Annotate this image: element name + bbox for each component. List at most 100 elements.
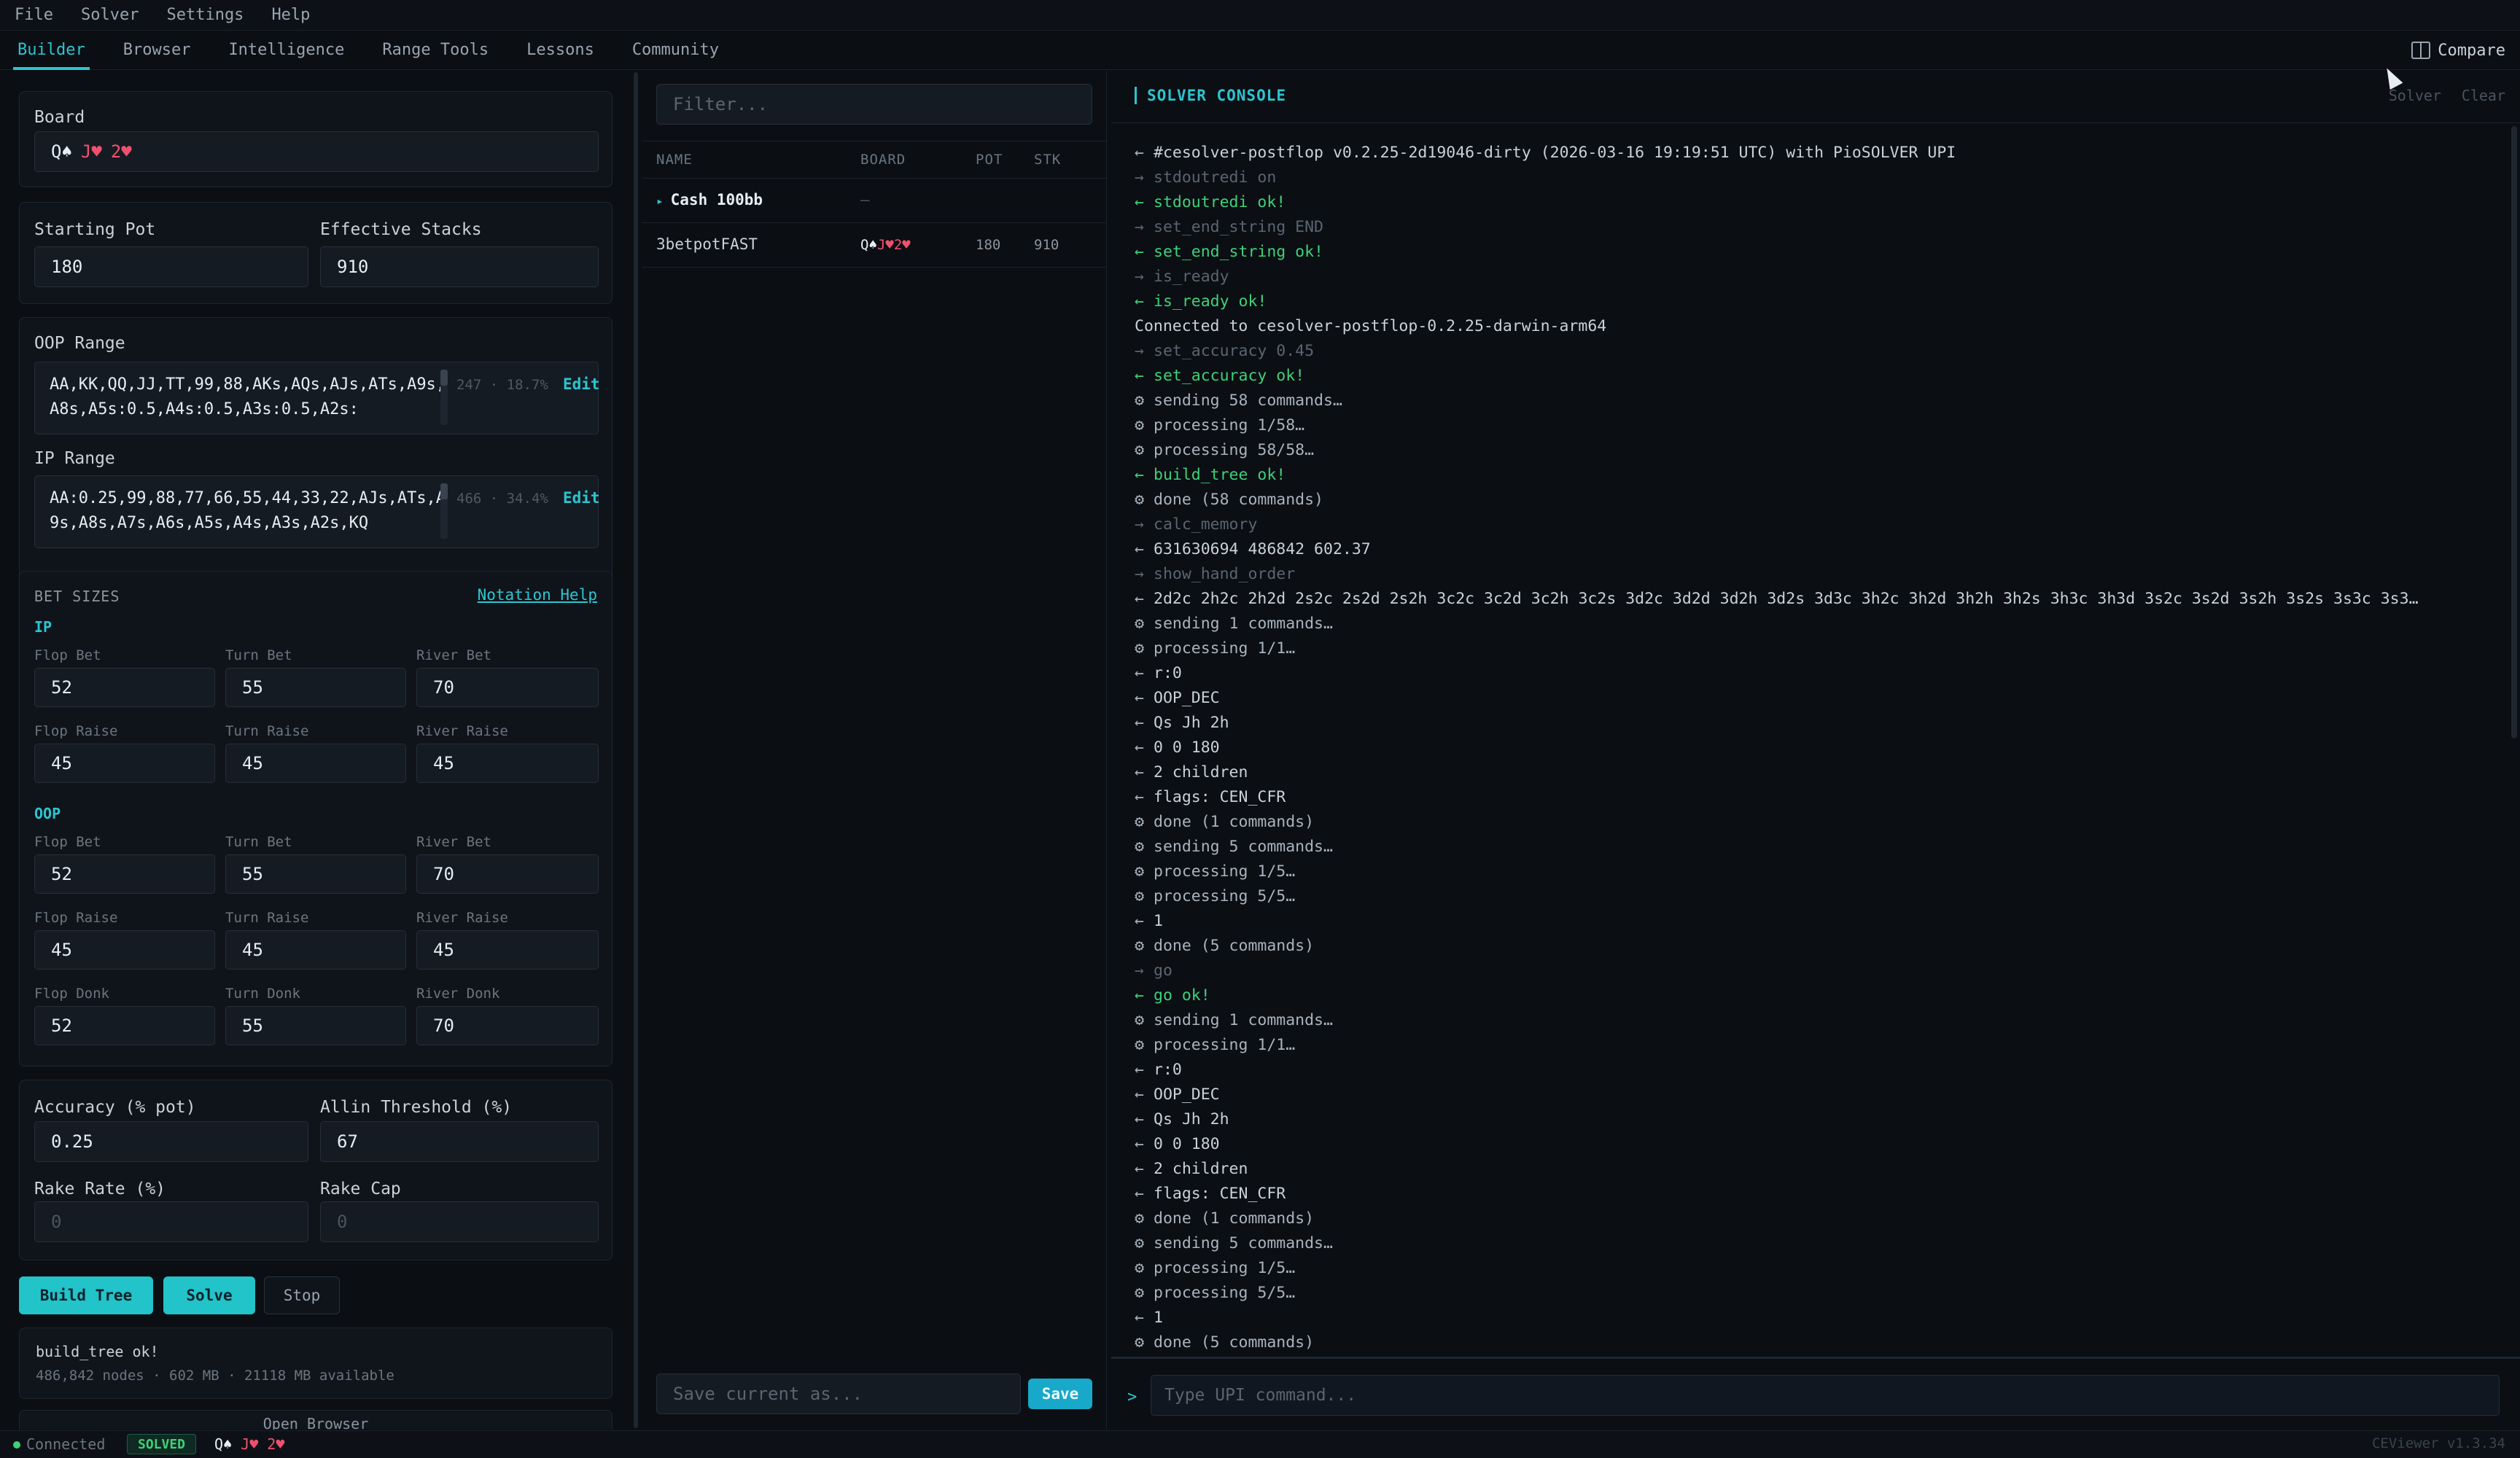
oop-turn-bet-input[interactable]: 55 bbox=[225, 854, 406, 894]
oop-river-donk-input[interactable]: 70 bbox=[416, 1006, 599, 1045]
oop-range-field[interactable]: AA,KK,QQ,JJ,TT,99,88,AKs,AQs,AJs,ATs,A9s… bbox=[34, 362, 600, 434]
console-line-text: calc_memory bbox=[1154, 515, 1258, 534]
console-line: ⚙ sending 58 commands… bbox=[1135, 389, 2505, 413]
board-input[interactable]: Q♠ J♥ 2♥ bbox=[34, 131, 599, 172]
oop-turn-donk-input[interactable]: 55 bbox=[225, 1006, 406, 1045]
solve-button[interactable]: Solve bbox=[163, 1276, 255, 1314]
console-line-direction-icon: ← bbox=[1135, 193, 1144, 211]
build-tree-button[interactable]: Build Tree bbox=[19, 1276, 153, 1314]
console-line-text: sending 5 commands… bbox=[1154, 838, 1333, 856]
console-line-text: processing 58/58… bbox=[1154, 441, 1315, 459]
console-line: ← build_tree ok! bbox=[1135, 463, 2505, 488]
column-pot[interactable]: POT bbox=[976, 152, 1003, 168]
console-line: ← r:0 bbox=[1135, 1058, 2505, 1083]
console-line-text: done (1 commands) bbox=[1154, 813, 1315, 831]
bet-sizes-card: BET SIZES Notation Help IP Flop Bet 52 T… bbox=[19, 571, 612, 1067]
allin-threshold-input[interactable]: 67 bbox=[320, 1121, 599, 1162]
save-button[interactable]: Save bbox=[1028, 1379, 1092, 1409]
console-line-direction-icon: ⚙ bbox=[1135, 937, 1144, 955]
tab-browser[interactable]: Browser bbox=[123, 31, 191, 70]
rake-cap-input[interactable]: 0 bbox=[320, 1201, 599, 1242]
solver-console: SOLVER CONSOLE Solver Clear ← #cesolver-p… bbox=[1111, 71, 2520, 1430]
ip-river-bet-input[interactable]: 70 bbox=[416, 668, 599, 707]
console-line-direction-icon: ← bbox=[1135, 466, 1144, 484]
stop-button[interactable]: Stop bbox=[264, 1276, 340, 1314]
effective-stacks-input[interactable]: 910 bbox=[320, 246, 599, 287]
console-line-direction-icon: ← bbox=[1135, 714, 1144, 732]
notation-help-link[interactable]: Notation Help bbox=[478, 586, 597, 604]
console-line-text: is_ready ok! bbox=[1154, 292, 1267, 311]
console-line: ⚙ sending 5 commands… bbox=[1135, 835, 2505, 859]
console-line-text: processing 5/5… bbox=[1154, 887, 1296, 905]
console-line-direction-icon: ← bbox=[1135, 664, 1144, 682]
bet-sizes-title: BET SIZES bbox=[34, 588, 120, 605]
upi-command-input[interactable]: Type UPI command... bbox=[1151, 1375, 2500, 1416]
folder-row[interactable]: ▸ Cash 100bb — bbox=[642, 179, 1107, 223]
menu-help[interactable]: Help bbox=[271, 6, 310, 24]
oop-flop-bet-input[interactable]: 52 bbox=[34, 854, 215, 894]
compare-button[interactable]: Compare bbox=[2411, 31, 2505, 70]
oop-flop-donk-input[interactable]: 52 bbox=[34, 1006, 215, 1045]
console-solver-button[interactable]: Solver bbox=[2389, 87, 2441, 104]
console-scrollbar[interactable] bbox=[2511, 126, 2517, 738]
oop-river-raise-input[interactable]: 45 bbox=[416, 930, 599, 970]
accuracy-input[interactable]: 0.25 bbox=[34, 1121, 308, 1162]
console-line-direction-icon: ← bbox=[1135, 540, 1144, 558]
column-board[interactable]: BOARD bbox=[860, 152, 906, 168]
rake-rate-input[interactable]: 0 bbox=[34, 1201, 308, 1242]
ip-turn-raise-input[interactable]: 45 bbox=[225, 744, 406, 783]
ip-range-field[interactable]: AA:0.25,99,88,77,66,55,44,33,22,AJs,ATs,… bbox=[34, 475, 600, 548]
column-name[interactable]: NAME bbox=[656, 152, 693, 168]
oop-turn-raise-input[interactable]: 45 bbox=[225, 930, 406, 970]
ip-flop-bet-input[interactable]: 52 bbox=[34, 668, 215, 707]
ip-flop-raise-input[interactable]: 45 bbox=[34, 744, 215, 783]
board-card-1: Q♠ bbox=[51, 141, 72, 162]
ip-bet-title: IP bbox=[34, 618, 52, 636]
console-line-direction-icon: ⚙ bbox=[1135, 441, 1144, 459]
table-row[interactable]: 3betpotFAST Q♠J♥2♥ 180 910 bbox=[642, 224, 1107, 268]
oop-range-edit-button[interactable]: Edit bbox=[563, 375, 600, 393]
open-browser-button[interactable]: Open Browser bbox=[19, 1410, 612, 1430]
console-line-direction-icon: ⚙ bbox=[1135, 639, 1144, 658]
console-clear-button[interactable]: Clear bbox=[2462, 87, 2505, 104]
ip-turn-bet-input[interactable]: 55 bbox=[225, 668, 406, 707]
oop-flop-raise-input[interactable]: 45 bbox=[34, 930, 215, 970]
filter-input[interactable]: Filter... bbox=[656, 84, 1092, 125]
tab-builder[interactable]: Builder bbox=[13, 31, 90, 70]
console-line: ⚙ processing 5/5… bbox=[1135, 1281, 2505, 1306]
allin-threshold-label: Allin Threshold (%) bbox=[320, 1098, 513, 1117]
oop-river-bet-input[interactable]: 70 bbox=[416, 854, 599, 894]
connection-status: Connected bbox=[26, 1435, 106, 1453]
console-line: ← 0 0 180 bbox=[1135, 736, 2505, 760]
menu-settings[interactable]: Settings bbox=[166, 6, 244, 24]
ip-range-edit-button[interactable]: Edit bbox=[563, 489, 600, 507]
console-line-text: processing 1/58… bbox=[1154, 416, 1305, 434]
ip-range-text: AA:0.25,99,88,77,66,55,44,33,22,AJs,ATs,… bbox=[50, 489, 446, 532]
console-line: ⚙ processing 1/1… bbox=[1135, 636, 2505, 661]
console-line: ⚙ done (5 commands) bbox=[1135, 1330, 2505, 1355]
tree-name: 3betpotFAST bbox=[656, 235, 758, 253]
starting-pot-input[interactable]: 180 bbox=[34, 246, 308, 287]
console-line-text: 1 bbox=[1154, 912, 1163, 930]
oop-range-scrollbar[interactable] bbox=[440, 370, 448, 425]
tab-range-tools[interactable]: Range Tools bbox=[382, 31, 489, 70]
ip-river-raise-input[interactable]: 45 bbox=[416, 744, 599, 783]
save-name-input[interactable]: Save current as... bbox=[656, 1373, 1021, 1414]
tab-lessons[interactable]: Lessons bbox=[526, 31, 594, 70]
console-line-text: stdoutredi ok! bbox=[1154, 193, 1286, 211]
menu-file[interactable]: File bbox=[15, 6, 53, 24]
tab-community[interactable]: Community bbox=[632, 31, 719, 70]
column-stk[interactable]: STK bbox=[1034, 152, 1061, 168]
console-line-text: build_tree ok! bbox=[1154, 466, 1286, 484]
console-line-direction-icon: ⚙ bbox=[1135, 1333, 1144, 1352]
split-view-icon bbox=[2411, 42, 2431, 59]
console-line-text: 631630694 486842 602.37 bbox=[1154, 540, 1371, 558]
rake-rate-label: Rake Rate (%) bbox=[34, 1180, 166, 1198]
console-line: ⚙ processing 1/5… bbox=[1135, 1256, 2505, 1281]
folder-expand-icon[interactable]: ▸ bbox=[656, 194, 664, 208]
ip-range-scrollbar[interactable] bbox=[440, 483, 448, 539]
tab-intelligence[interactable]: Intelligence bbox=[228, 31, 344, 70]
panel-splitter[interactable] bbox=[631, 71, 640, 1430]
menu-solver[interactable]: Solver bbox=[81, 6, 139, 24]
console-line: ← 0 0 180 bbox=[1135, 1132, 2505, 1157]
